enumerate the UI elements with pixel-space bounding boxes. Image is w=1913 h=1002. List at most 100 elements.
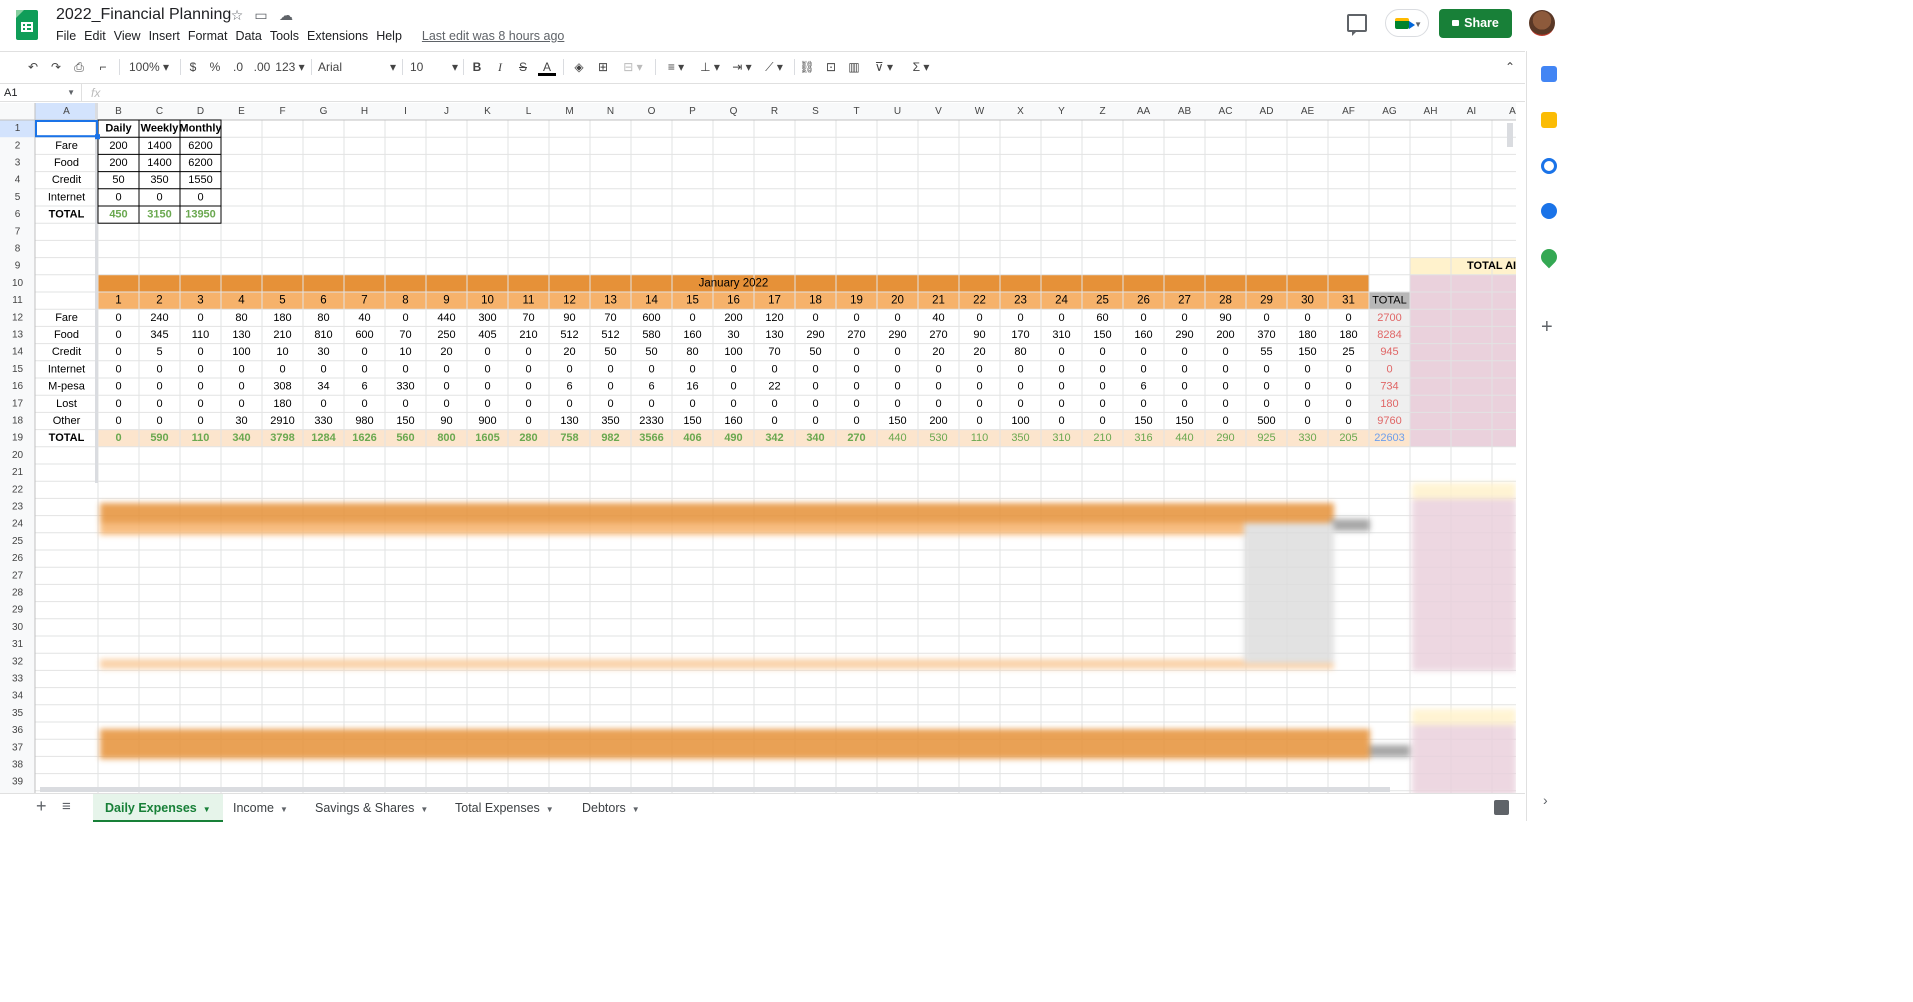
- expense-cell[interactable]: 0: [812, 398, 818, 410]
- expense-cell[interactable]: 0: [1222, 381, 1228, 393]
- budget-cell[interactable]: 0: [197, 191, 203, 203]
- expense-cell[interactable]: 0: [1304, 381, 1310, 393]
- expense-row-label[interactable]: Other: [53, 415, 81, 427]
- expense-cell[interactable]: 6: [648, 381, 654, 393]
- expense-cell[interactable]: 50: [645, 346, 657, 358]
- column-header-X[interactable]: X: [1017, 106, 1024, 117]
- expense-cell[interactable]: 580: [642, 329, 660, 341]
- add-addon-icon[interactable]: +: [1541, 317, 1553, 337]
- day-header[interactable]: 28: [1219, 295, 1232, 307]
- day-header[interactable]: 5: [279, 295, 285, 307]
- expense-cell[interactable]: 200: [1216, 329, 1234, 341]
- column-header-D[interactable]: D: [197, 106, 204, 117]
- budget-row-label[interactable]: Internet: [48, 191, 85, 203]
- expense-cell[interactable]: 270: [847, 329, 865, 341]
- print-icon[interactable]: ⎙: [70, 58, 88, 76]
- total-header[interactable]: TOTAL: [1372, 295, 1406, 307]
- expense-cell[interactable]: 0: [853, 381, 859, 393]
- expense-cell[interactable]: 0: [1099, 346, 1105, 358]
- column-header-AA[interactable]: AA: [1137, 106, 1151, 117]
- row-header-20[interactable]: 20: [12, 450, 24, 461]
- tab-total-expenses[interactable]: Total Expenses ▼: [443, 794, 566, 822]
- row-header-1[interactable]: 1: [15, 123, 21, 134]
- row-header-28[interactable]: 28: [12, 588, 24, 599]
- contacts-icon[interactable]: [1541, 203, 1557, 219]
- expense-row-label[interactable]: Lost: [56, 398, 77, 410]
- expense-cell[interactable]: 0: [361, 346, 367, 358]
- expense-cell[interactable]: 0: [935, 363, 941, 375]
- expense-cell[interactable]: 0: [689, 363, 695, 375]
- tab-debtors[interactable]: Debtors ▼: [570, 794, 652, 822]
- budget-cell[interactable]: 200: [109, 140, 127, 152]
- row-header-9[interactable]: 9: [15, 261, 21, 272]
- expense-row-total[interactable]: 8284: [1377, 329, 1401, 341]
- expense-cell[interactable]: 180: [273, 398, 291, 410]
- expense-cell[interactable]: 0: [976, 381, 982, 393]
- last-edit-link[interactable]: Last edit was 8 hours ago: [422, 29, 564, 43]
- daily-total-cell[interactable]: 590: [150, 432, 168, 444]
- expense-row-total[interactable]: 180: [1380, 398, 1398, 410]
- expense-cell[interactable]: 0: [1181, 398, 1187, 410]
- text-color-icon[interactable]: A: [538, 58, 556, 76]
- expense-cell[interactable]: 34: [317, 381, 329, 393]
- expense-cell[interactable]: 0: [853, 363, 859, 375]
- menu-tools[interactable]: Tools: [270, 29, 305, 43]
- daily-total-cell[interactable]: 3798: [270, 432, 294, 444]
- daily-total-cell[interactable]: 340: [232, 432, 250, 444]
- expense-cell[interactable]: 0: [525, 363, 531, 375]
- day-header[interactable]: 23: [1014, 295, 1027, 307]
- expense-cell[interactable]: 405: [478, 329, 496, 341]
- expense-cell[interactable]: 20: [973, 346, 985, 358]
- expense-cell[interactable]: 810: [314, 329, 332, 341]
- expense-cell[interactable]: 0: [1058, 415, 1064, 427]
- row-header-7[interactable]: 7: [15, 226, 21, 237]
- day-header[interactable]: 18: [809, 295, 822, 307]
- budget-cell[interactable]: 50: [112, 174, 124, 186]
- column-header-E[interactable]: E: [238, 106, 245, 117]
- paint-format-icon[interactable]: ⌐: [94, 58, 112, 76]
- daily-total-cell[interactable]: 350: [1011, 432, 1029, 444]
- expense-cell[interactable]: 80: [317, 312, 329, 324]
- move-folder-icon[interactable]: ▭: [252, 7, 270, 25]
- expense-cell[interactable]: 0: [197, 415, 203, 427]
- chevron-right-icon[interactable]: ›: [1543, 792, 1548, 808]
- expense-cell[interactable]: 0: [197, 381, 203, 393]
- expense-cell[interactable]: 290: [1175, 329, 1193, 341]
- tab-savings-shares[interactable]: Savings & Shares ▼: [303, 794, 440, 822]
- expense-cell[interactable]: 0: [607, 363, 613, 375]
- column-header-Y[interactable]: Y: [1058, 106, 1065, 117]
- expense-cell[interactable]: 0: [1099, 415, 1105, 427]
- explore-icon[interactable]: [1494, 800, 1509, 815]
- share-button[interactable]: Share: [1439, 9, 1512, 38]
- daily-total-cell[interactable]: 440: [888, 432, 906, 444]
- sheets-logo-icon[interactable]: [16, 10, 38, 40]
- row-header-35[interactable]: 35: [12, 708, 24, 719]
- expense-cell[interactable]: 0: [566, 398, 572, 410]
- expense-cell[interactable]: 0: [648, 363, 654, 375]
- expense-cell[interactable]: 180: [1298, 329, 1316, 341]
- expense-cell[interactable]: 150: [1093, 329, 1111, 341]
- expense-cell[interactable]: 170: [1011, 329, 1029, 341]
- expense-cell[interactable]: 0: [1058, 312, 1064, 324]
- expense-cell[interactable]: 0: [1345, 312, 1351, 324]
- expense-cell[interactable]: 150: [1175, 415, 1193, 427]
- daily-total-cell[interactable]: 440: [1175, 432, 1193, 444]
- day-header[interactable]: 4: [238, 295, 245, 307]
- daily-total-cell[interactable]: 800: [437, 432, 455, 444]
- expense-cell[interactable]: 0: [1222, 415, 1228, 427]
- column-header-AG[interactable]: AG: [1382, 106, 1397, 117]
- expense-cell[interactable]: 200: [724, 312, 742, 324]
- column-header-J[interactable]: J: [444, 106, 449, 117]
- expense-cell[interactable]: 10: [399, 346, 411, 358]
- daily-total-cell[interactable]: 316: [1134, 432, 1152, 444]
- expense-cell[interactable]: 150: [1298, 346, 1316, 358]
- expense-cell[interactable]: 6: [566, 381, 572, 393]
- menu-file[interactable]: File: [56, 29, 82, 43]
- row-header-25[interactable]: 25: [12, 536, 24, 547]
- row-header-36[interactable]: 36: [12, 725, 24, 736]
- expense-cell[interactable]: 120: [765, 312, 783, 324]
- expense-cell[interactable]: 0: [853, 346, 859, 358]
- expense-cell[interactable]: 0: [1345, 381, 1351, 393]
- menu-extensions[interactable]: Extensions: [307, 29, 374, 43]
- expense-cell[interactable]: 80: [1014, 346, 1026, 358]
